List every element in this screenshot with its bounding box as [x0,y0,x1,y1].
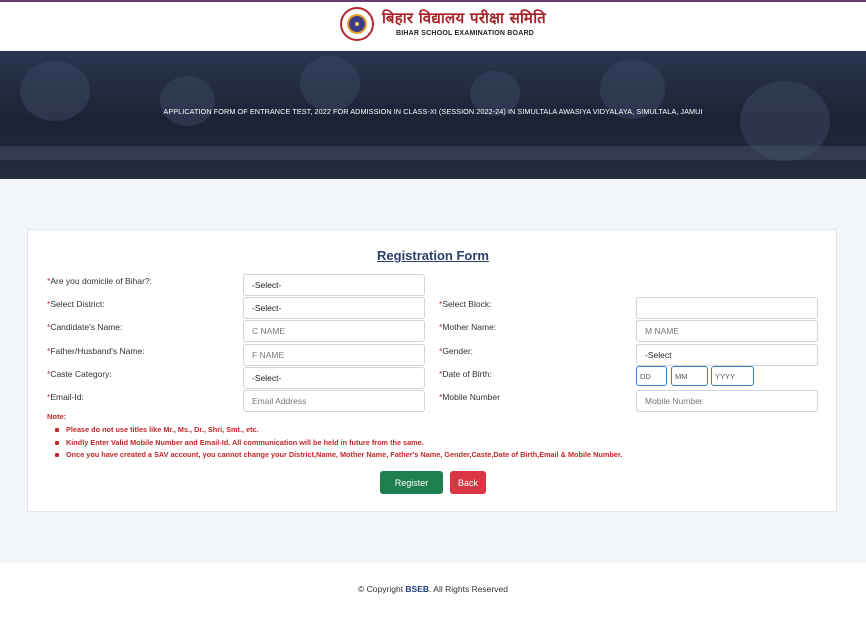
dob-label: *Date of Birth: [439,369,492,379]
gender-label: *Gender: [439,346,474,356]
domicile-label: *Are you domicile of Bihar?: [47,276,152,286]
copyright-text: © Copyright BSEB. All Rights Reserved [358,584,508,594]
mother-name-label: *Mother Name: [439,322,497,332]
site-footer: © Copyright BSEB. All Rights Reserved [0,563,866,637]
block-label: *Select Block: [439,299,492,309]
form-title: Registration Form [377,248,489,263]
site-header: बिहार विद्यालय परीक्षा समिति BIHAR SCHOO… [0,2,866,51]
bseb-seal-icon [340,7,374,41]
hero-banner: APPLICATION FORM OF ENTRANCE TEST, 2022 … [0,51,866,179]
candidate-name-label: *Candidate's Name: [47,322,123,332]
mobile-label: *Mobile Number [439,392,500,402]
logo-english-title: BIHAR SCHOOL EXAMINATION BOARD [396,30,534,37]
email-input[interactable]: Email Address [243,390,425,412]
registration-form-card: Registration Form *Are you domicile of B… [27,229,837,512]
register-button[interactable]: Register [380,471,443,494]
district-select[interactable]: -Select- [243,297,425,319]
dob-year-select[interactable]: YYYY [711,366,754,386]
note-item: Kindly Enter Valid Mobile Number and Ema… [55,437,622,450]
notes-list: Please do not use titles like Mr., Ms., … [55,424,622,462]
gender-select[interactable]: -Select [636,344,818,366]
domicile-select[interactable]: -Select- [243,274,425,296]
email-label: *Email-Id: [47,392,84,402]
block-select[interactable] [636,297,818,319]
mobile-input[interactable]: Mobile Number [636,390,818,412]
candidate-name-input[interactable]: C NAME [243,320,425,342]
banner-title: APPLICATION FORM OF ENTRANCE TEST, 2022 … [163,107,703,116]
father-name-label: *Father/Husband's Name: [47,346,145,356]
dob-day-select[interactable]: DD [636,366,667,386]
back-button[interactable]: Back [450,471,486,494]
father-name-input[interactable]: F NAME [243,344,425,366]
note-title: Note: [47,412,67,421]
note-item: Once you have created a SAV account, you… [55,449,622,462]
logo-hindi-title: बिहार विद्यालय परीक्षा समिति [382,9,546,27]
dob-month-select[interactable]: MM [671,366,708,386]
bseb-logo[interactable]: बिहार विद्यालय परीक्षा समिति BIHAR SCHOO… [340,7,546,41]
caste-label: *Caste Category: [47,369,112,379]
mother-name-input[interactable]: M NAME [636,320,818,342]
footer-brand: BSEB [405,584,430,594]
district-label: *Select District: [47,299,105,309]
note-item: Please do not use titles like Mr., Ms., … [55,424,622,437]
caste-select[interactable]: -Select- [243,367,425,389]
